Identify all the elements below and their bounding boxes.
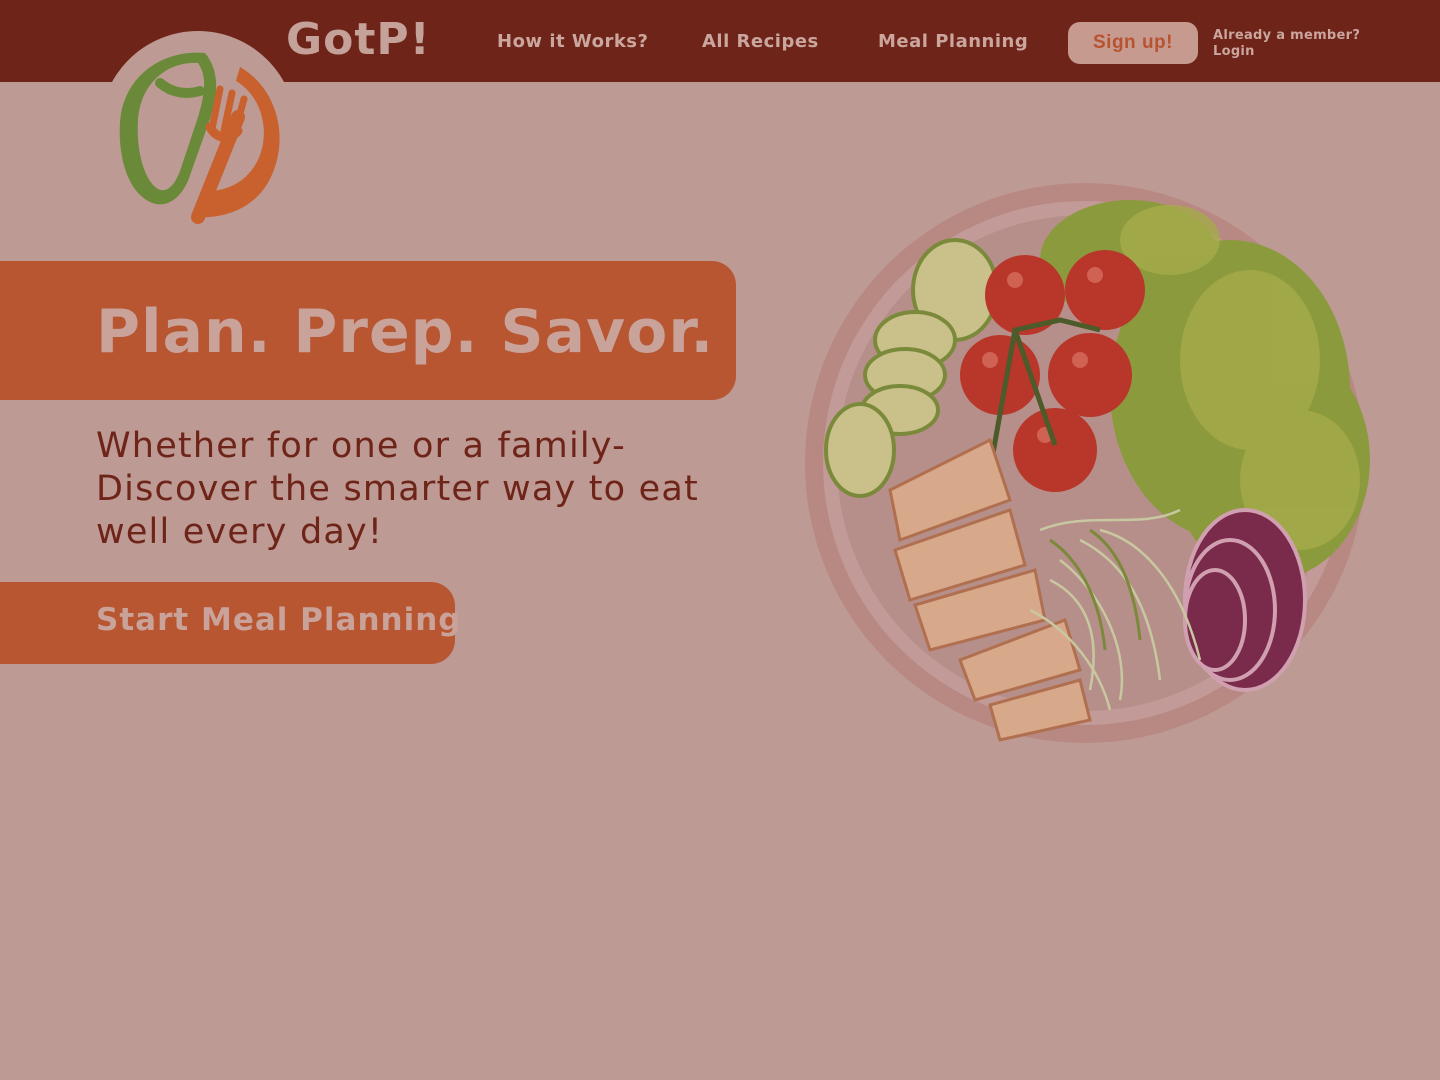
start-meal-planning-label[interactable]: Start Meal Planning	[96, 602, 461, 638]
member-prompt: Already a member?	[1213, 28, 1361, 43]
hero-subtitle-line: Whether for one or a family-	[96, 426, 626, 466]
hero-subtitle-line: well every day!	[96, 512, 384, 552]
nav-all-recipes[interactable]: All Recipes	[702, 31, 819, 52]
nav-meal-planning[interactable]: Meal Planning	[878, 31, 1028, 52]
brand-name[interactable]: GotP!	[286, 14, 431, 65]
hero-subtitle: Whether for one or a family- Discover th…	[96, 425, 716, 554]
leaf-fork-logo-icon[interactable]	[100, 31, 296, 227]
signup-button[interactable]: Sign up!	[1068, 22, 1198, 64]
login-link[interactable]: Login	[1213, 44, 1360, 60]
member-login-block: Already a member? Login	[1213, 28, 1360, 60]
hero-subtitle-line: Discover the smarter way to eat	[96, 469, 699, 509]
hero-title: Plan. Prep. Savor.	[96, 297, 715, 367]
nav-how-it-works[interactable]: How it Works?	[497, 31, 648, 52]
salad-bowl-image	[805, 183, 1370, 743]
